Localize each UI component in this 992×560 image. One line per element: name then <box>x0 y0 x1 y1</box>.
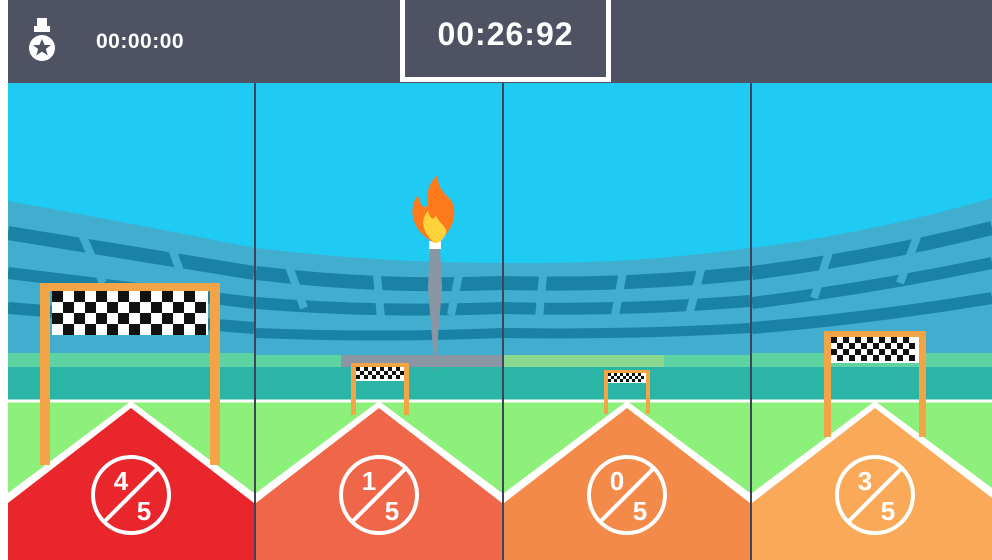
lane-4-scene: 3 5 <box>752 83 992 560</box>
race-timer: 00:26:92 <box>437 16 574 52</box>
lane-3[interactable]: 0 5 <box>504 83 750 560</box>
lane-1-scene: 4 5 <box>8 83 254 560</box>
lane-4[interactable]: 3 5 <box>752 83 992 560</box>
fraction-denominator: 5 <box>633 496 647 526</box>
top-bar: 00:00:00 00:26:92 <box>8 0 992 83</box>
lane-2-scene: 1 5 <box>256 83 502 560</box>
lane-2[interactable]: 1 5 <box>256 83 502 560</box>
lane-divider <box>502 83 504 560</box>
timer-box: 00:26:92 <box>400 0 611 82</box>
medal-star-icon <box>29 18 55 61</box>
fraction-numerator: 4 <box>114 466 129 496</box>
fraction-denominator: 5 <box>881 496 895 526</box>
lane-divider <box>750 83 752 560</box>
lane-divider <box>254 83 256 560</box>
fraction-denominator: 5 <box>385 496 399 526</box>
game-screen: 00:00:00 00:26:92 4 5 1 5 0 5 3 5 <box>8 0 992 560</box>
fraction-denominator: 5 <box>137 496 151 526</box>
fraction-numerator: 1 <box>362 466 376 496</box>
lane-3-scene: 0 5 <box>504 83 750 560</box>
lane-1[interactable]: 4 5 <box>8 83 254 560</box>
best-time: 00:00:00 <box>96 30 185 53</box>
fraction-numerator: 0 <box>610 466 624 496</box>
fraction-numerator: 3 <box>858 466 872 496</box>
